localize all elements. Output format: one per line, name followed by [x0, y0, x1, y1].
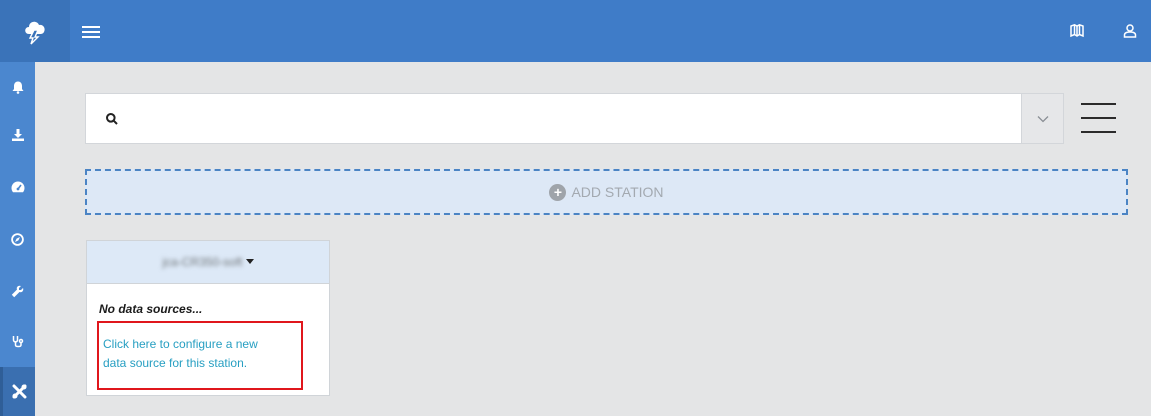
sidebar-item-navigate[interactable] — [0, 222, 35, 256]
top-bar — [0, 0, 1151, 62]
search-bar — [85, 93, 1064, 144]
station-card: jca-CR350-soft No data sources... Click … — [86, 240, 330, 396]
dashboard-icon — [11, 181, 24, 193]
station-dropdown[interactable]: jca-CR350-soft — [87, 241, 329, 284]
sidebar-item-alerts[interactable] — [0, 70, 35, 104]
add-station-button[interactable]: + ADD STATION — [85, 169, 1128, 215]
plus-circle-icon: + — [549, 183, 567, 201]
sidebar-item-diagnostics[interactable] — [0, 324, 35, 358]
sidebar — [0, 62, 35, 416]
sidebar-item-tools[interactable] — [0, 367, 35, 416]
stethoscope-icon — [12, 335, 23, 347]
station-name: jca-CR350-soft — [162, 255, 243, 269]
sidebar-item-download[interactable] — [0, 118, 35, 152]
tools-icon — [12, 384, 26, 399]
wrench-icon — [11, 285, 24, 297]
caret-down-icon — [245, 258, 254, 264]
sidebar-item-dashboard[interactable] — [0, 170, 35, 204]
configure-link-line1: Click here to configure a new — [103, 337, 258, 351]
cloud-bolt-icon[interactable] — [0, 0, 70, 62]
sidebar-item-settings[interactable] — [0, 274, 35, 308]
menu-button[interactable] — [1081, 103, 1116, 133]
chevron-down-icon — [1037, 115, 1048, 122]
compass-icon — [11, 232, 24, 246]
hamburger-icon[interactable] — [82, 26, 100, 38]
book-icon[interactable] — [1068, 22, 1086, 40]
download-icon — [11, 129, 24, 141]
search-input[interactable] — [130, 94, 1010, 143]
configure-link-line2: data source for this station. — [103, 356, 248, 370]
search-dropdown-button[interactable] — [1021, 94, 1063, 143]
search-icon — [106, 113, 118, 125]
no-data-sources-text: No data sources... — [99, 302, 203, 316]
configure-data-source-link[interactable]: Click here to configure a new data sourc… — [97, 321, 303, 390]
user-icon[interactable] — [1121, 22, 1139, 40]
add-station-label: ADD STATION — [571, 184, 664, 200]
bell-icon — [12, 81, 23, 94]
